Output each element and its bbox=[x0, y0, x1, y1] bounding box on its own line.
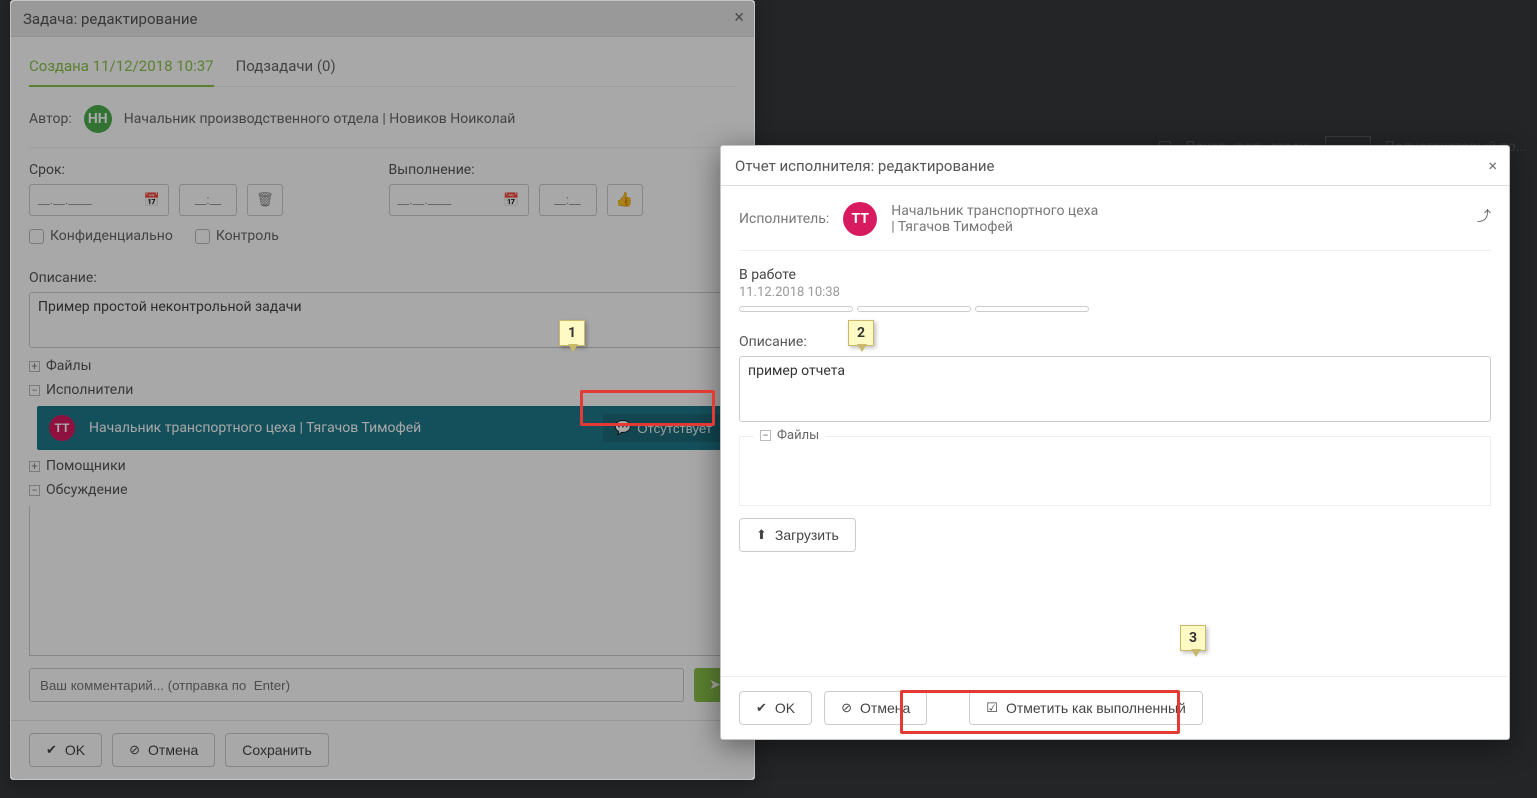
check-icon: ✔ bbox=[756, 700, 767, 716]
check-square-icon: ☑ bbox=[986, 700, 998, 716]
ok-button[interactable]: ✔ OK bbox=[739, 691, 812, 725]
report-footer: ✔ OK ⊘ Отмена ☑ Отметить как выполненный bbox=[721, 676, 1509, 739]
progress-seg bbox=[857, 306, 971, 312]
files-label: Файлы bbox=[777, 428, 819, 443]
cancel-icon: ⊘ bbox=[841, 700, 852, 716]
expand-icon[interactable]: ⤴ bbox=[1477, 206, 1491, 226]
status-text: В работе bbox=[739, 267, 1491, 283]
callout-marker-3: 3 bbox=[1180, 625, 1206, 651]
minus-icon: − bbox=[760, 430, 771, 441]
modal-overlay bbox=[11, 1, 754, 779]
report-desc-textarea[interactable]: пример отчета bbox=[739, 356, 1491, 422]
report-title: Отчет исполнителя: редактирование bbox=[735, 157, 994, 175]
cancel-label: Отмена bbox=[860, 700, 910, 716]
status-progress bbox=[739, 306, 1089, 312]
upload-label: Загрузить bbox=[775, 527, 839, 543]
report-titlebar[interactable]: Отчет исполнителя: редактирование × bbox=[721, 146, 1509, 186]
callout-marker-2: 2 bbox=[848, 320, 874, 346]
executor-line: Исполнитель: ТТ Начальник транспортного … bbox=[739, 198, 1491, 251]
executor-line2: | Тягачов Тимофей bbox=[891, 219, 1013, 235]
executor-name: Начальник транспортного цеха | Тягачов Т… bbox=[891, 203, 1098, 235]
files-fieldset: − Файлы bbox=[739, 436, 1491, 506]
avatar: ТТ bbox=[843, 202, 877, 236]
report-modal: Отчет исполнителя: редактирование × Испо… bbox=[720, 145, 1510, 740]
mark-done-button[interactable]: ☑ Отметить как выполненный bbox=[969, 691, 1203, 725]
ok-label: OK bbox=[775, 700, 795, 716]
files-legend[interactable]: − Файлы bbox=[754, 428, 825, 443]
upload-icon: ⬆ bbox=[756, 527, 767, 543]
cancel-button[interactable]: ⊘ Отмена bbox=[824, 691, 927, 725]
status-block: В работе 11.12.2018 10:38 bbox=[739, 267, 1491, 312]
callout-marker-1: 1 bbox=[559, 320, 585, 346]
progress-seg bbox=[975, 306, 1089, 312]
task-edit-modal: Задача: редактирование × Создана 11/12/2… bbox=[10, 0, 755, 780]
mark-done-label: Отметить как выполненный bbox=[1006, 700, 1186, 716]
executor-line1: Начальник транспортного цеха bbox=[891, 203, 1098, 219]
status-timestamp: 11.12.2018 10:38 bbox=[739, 285, 1491, 300]
upload-button[interactable]: ⬆ Загрузить bbox=[739, 518, 856, 552]
executor-label: Исполнитель: bbox=[739, 211, 829, 227]
progress-seg bbox=[739, 306, 853, 312]
close-icon[interactable]: × bbox=[1488, 156, 1497, 175]
